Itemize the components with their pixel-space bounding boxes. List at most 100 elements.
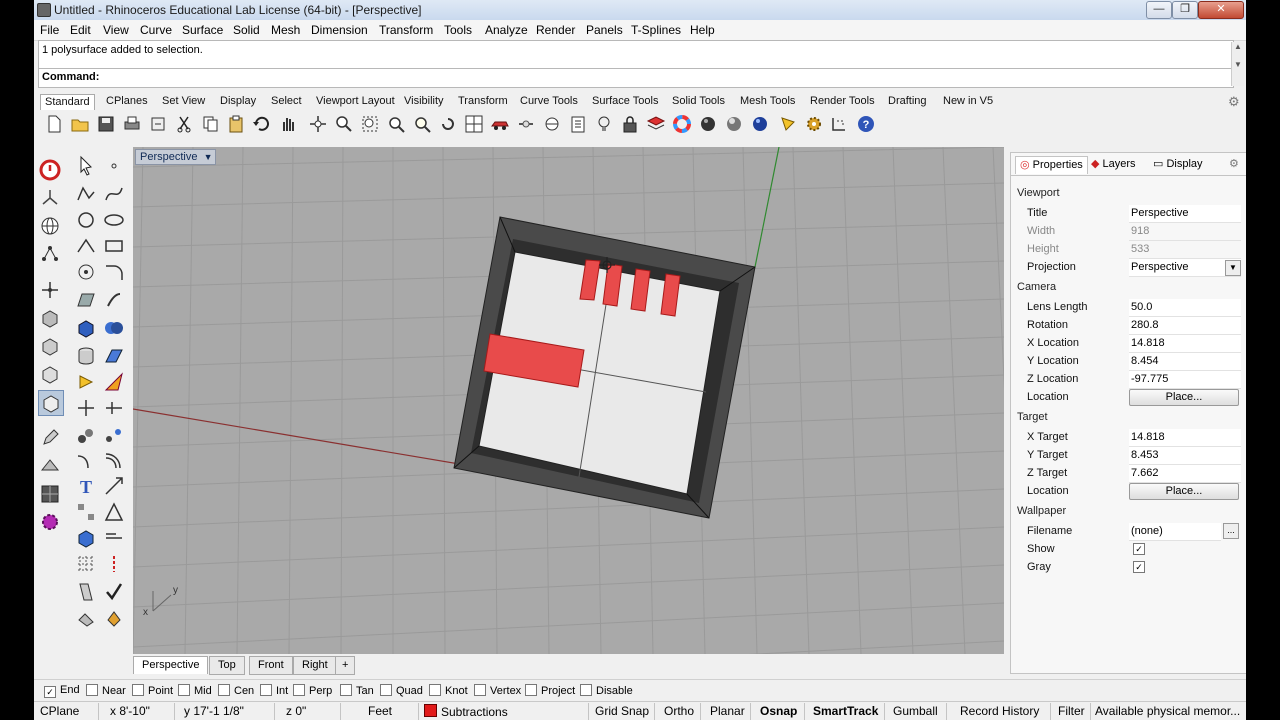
- status-gumball[interactable]: Gumball: [893, 704, 938, 718]
- light-icon[interactable]: [74, 370, 98, 394]
- osnap-vertex-checkbox[interactable]: [474, 684, 486, 696]
- show-checkbox[interactable]: ✓: [1133, 543, 1145, 555]
- menu-dimension[interactable]: Dimension: [311, 23, 368, 37]
- add-viewport-tab-icon[interactable]: +: [335, 656, 356, 675]
- osnap-end-checkbox[interactable]: ✓: [44, 686, 56, 698]
- menu-surface[interactable]: Surface: [182, 23, 223, 37]
- osnap-knot[interactable]: Knot: [429, 684, 468, 697]
- new-file-icon[interactable]: [44, 114, 64, 134]
- rhino-app-icon[interactable]: [37, 3, 51, 17]
- osnap-icon[interactable]: [542, 114, 562, 134]
- close-button[interactable]: ✕: [1198, 1, 1244, 19]
- undo-icon[interactable]: [252, 114, 272, 134]
- panel-gear-icon[interactable]: ⚙: [1229, 156, 1239, 173]
- x-location-value[interactable]: 14.818: [1129, 335, 1241, 353]
- box-active-icon[interactable]: [38, 390, 64, 416]
- status-grid-snap[interactable]: Grid Snap: [595, 704, 649, 718]
- edit-pencil-icon[interactable]: [38, 426, 62, 450]
- minimize-button[interactable]: —: [1146, 1, 1172, 19]
- menu-help[interactable]: Help: [690, 23, 715, 37]
- menu-render[interactable]: Render: [536, 23, 575, 37]
- scale-icon[interactable]: [102, 474, 126, 498]
- osnap-point-checkbox[interactable]: [132, 684, 144, 696]
- z-target-value[interactable]: 7.662: [1129, 465, 1241, 483]
- spot-render-icon[interactable]: [102, 370, 126, 394]
- box-wire-icon[interactable]: [38, 362, 62, 386]
- stop-icon[interactable]: [38, 158, 62, 182]
- osnap-point[interactable]: Point: [132, 684, 173, 697]
- filename-value[interactable]: (none): [1129, 523, 1221, 541]
- status-smarttrack[interactable]: SmartTrack: [813, 704, 878, 718]
- gear-icon[interactable]: [804, 114, 824, 134]
- menu-edit[interactable]: Edit: [70, 23, 91, 37]
- axis-icon[interactable]: [38, 278, 62, 302]
- toolbar-gear-icon[interactable]: ⚙: [1228, 94, 1240, 109]
- cylinder-icon[interactable]: [74, 344, 98, 368]
- paste-icon[interactable]: [226, 114, 246, 134]
- osnap-end[interactable]: ✓ End: [44, 684, 80, 698]
- viewport-title[interactable]: Perspective ▼: [135, 149, 217, 165]
- arc-icon[interactable]: [74, 234, 98, 258]
- open-folder-icon[interactable]: [70, 114, 90, 134]
- osnap-quad[interactable]: Quad: [380, 684, 423, 697]
- cut-icon[interactable]: [174, 114, 194, 134]
- osnap-cen-checkbox[interactable]: [218, 684, 230, 696]
- ungroup-icon[interactable]: [102, 424, 126, 448]
- plugin-gear-icon[interactable]: [38, 510, 62, 534]
- menu-t-splines[interactable]: T-Splines: [631, 23, 681, 37]
- shaded-sphere-icon[interactable]: [724, 114, 744, 134]
- menu-curve[interactable]: Curve: [140, 23, 172, 37]
- osnap-int-checkbox[interactable]: [260, 684, 272, 696]
- gray-checkbox[interactable]: ✓: [1133, 561, 1145, 573]
- osnap-int[interactable]: Int: [260, 684, 288, 697]
- status-ortho[interactable]: Ortho: [664, 704, 694, 718]
- command-history[interactable]: 1 polysurface added to selection.: [38, 40, 1234, 69]
- z-location-value[interactable]: -97.775: [1129, 371, 1241, 389]
- tab-display[interactable]: Display: [216, 94, 260, 109]
- target-place-button[interactable]: Place...: [1129, 483, 1239, 500]
- zoom-extents-icon[interactable]: [386, 114, 406, 134]
- osnap-perp-checkbox[interactable]: [293, 684, 305, 696]
- solid-edit-icon[interactable]: [74, 526, 98, 550]
- rotate-view-icon[interactable]: [308, 114, 328, 134]
- camera-place-button[interactable]: Place...: [1129, 389, 1239, 406]
- y-location-value[interactable]: 8.454: [1129, 353, 1241, 371]
- tab-perspective[interactable]: Perspective: [133, 656, 209, 674]
- status-osnap[interactable]: Osnap: [760, 704, 797, 718]
- status-layer[interactable]: Subtractions: [424, 704, 508, 719]
- osnap-disable[interactable]: Disable: [580, 684, 633, 697]
- command-input[interactable]: [103, 70, 1203, 84]
- osnap-mid-checkbox[interactable]: [178, 684, 190, 696]
- status-filter[interactable]: Filter: [1058, 704, 1085, 718]
- history-scrollbar[interactable]: ▲ ▼: [1231, 42, 1244, 86]
- light-bulb-icon[interactable]: [594, 114, 614, 134]
- menu-solid[interactable]: Solid: [233, 23, 260, 37]
- ellipse-icon[interactable]: [102, 208, 126, 232]
- tab-surface-tools[interactable]: Surface Tools: [588, 94, 662, 109]
- dimension-icon[interactable]: [830, 114, 850, 134]
- transform-icon[interactable]: [102, 500, 126, 524]
- box-select-icon[interactable]: [38, 306, 62, 330]
- object-properties-icon[interactable]: [516, 114, 536, 134]
- color-wheel-icon[interactable]: [672, 114, 692, 134]
- erase-icon[interactable]: [74, 606, 98, 630]
- paint-bucket-icon[interactable]: [102, 606, 126, 630]
- osnap-project[interactable]: Project: [525, 684, 575, 697]
- point-icon[interactable]: [102, 154, 126, 178]
- tab-layers[interactable]: ◆ Layers: [1091, 156, 1136, 173]
- title-value[interactable]: Perspective: [1129, 205, 1241, 223]
- tab-mesh-tools[interactable]: Mesh Tools: [736, 94, 799, 109]
- mesh-plane-icon[interactable]: [102, 344, 126, 368]
- osnap-cen[interactable]: Cen: [218, 684, 254, 697]
- four-viewports-icon[interactable]: [464, 114, 484, 134]
- fillet-icon[interactable]: [102, 260, 126, 284]
- spotlight-icon[interactable]: [778, 114, 798, 134]
- check-icon[interactable]: [102, 580, 126, 604]
- extrude-icon[interactable]: [102, 288, 126, 312]
- tab-top[interactable]: Top: [209, 656, 245, 675]
- pan-hand-icon[interactable]: [278, 114, 298, 134]
- array-icon[interactable]: [74, 500, 98, 524]
- tab-front[interactable]: Front: [249, 656, 293, 675]
- save-icon[interactable]: [96, 114, 116, 134]
- viewport-canvas[interactable]: x y: [133, 147, 1004, 654]
